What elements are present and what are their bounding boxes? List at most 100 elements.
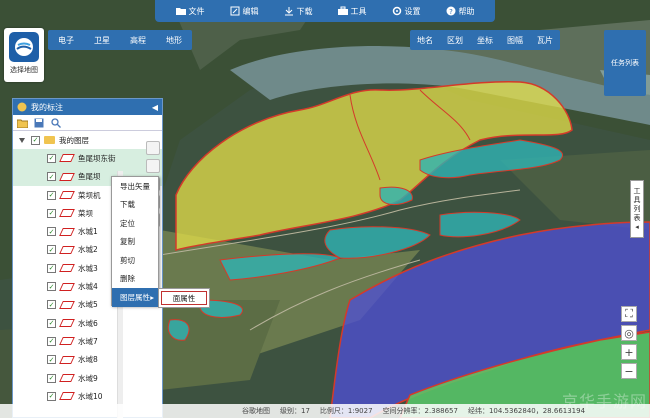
tool-list-tab[interactable]: 工 具 列 表 ◂ <box>630 180 644 238</box>
checkbox[interactable]: ✓ <box>47 227 56 237</box>
menu-copy[interactable]: 复制 <box>112 233 158 252</box>
locate-icon[interactable]: ◎ <box>621 325 637 341</box>
layer-label: 水城4 <box>78 282 98 292</box>
layer-label: 水域6 <box>78 318 98 328</box>
layer-label: 菜坝 <box>78 208 93 218</box>
checkbox[interactable]: ✓ <box>47 355 56 365</box>
gear-icon <box>392 6 401 16</box>
menu-edit[interactable]: 编辑 <box>230 6 259 17</box>
polygon-icon <box>59 392 75 401</box>
layer-item[interactable]: ✓ 水域8 <box>13 351 162 369</box>
layer-label: 水域9 <box>78 373 98 383</box>
checkbox[interactable]: ✓ <box>47 318 56 328</box>
menu-download-layer[interactable]: 下载 <box>112 196 158 215</box>
menu-layer-properties[interactable]: 图层属性 ▸ <box>112 288 158 307</box>
open-folder-icon[interactable] <box>16 118 29 128</box>
layer-item[interactable]: ✓ 鱼尾坝东街 <box>13 149 162 168</box>
polygon-icon <box>59 209 75 218</box>
layer-label: 水域10 <box>78 391 103 401</box>
tab-terrain[interactable]: 地形 <box>156 35 192 46</box>
toolbox-icon <box>337 6 348 15</box>
layer-item[interactable]: ✓ 水域6 <box>13 314 162 332</box>
polygon-icon <box>59 282 75 291</box>
zoom-in-button[interactable]: + <box>621 344 637 360</box>
menu-help[interactable]: ? 帮助 <box>446 6 475 17</box>
folder-icon <box>44 136 55 145</box>
chevron-left-icon: ◂ <box>635 222 639 231</box>
checkbox[interactable]: ✓ <box>47 153 56 163</box>
checkbox[interactable]: ✓ <box>47 282 56 292</box>
polygon-icon <box>59 245 75 254</box>
folder-icon <box>175 8 186 15</box>
menu-download[interactable]: 下载 <box>284 6 313 17</box>
select-map-button[interactable]: 选择地图 <box>4 28 44 82</box>
layer-item[interactable]: ✓ 水域7 <box>13 332 162 350</box>
watermark: 京华手游网 <box>562 392 648 411</box>
tool-tab-char: 工 <box>633 186 641 195</box>
checkbox[interactable]: ✓ <box>47 190 56 200</box>
tab-elevation[interactable]: 高程 <box>120 35 156 46</box>
collapse-icon[interactable]: ◀ <box>152 103 158 112</box>
checkbox[interactable]: ✓ <box>47 391 56 401</box>
context-menu: 导出矢量 下载 定位 复制 剪切 删除 图层属性 ▸ <box>111 176 159 307</box>
hand-pan-icon[interactable] <box>146 141 160 155</box>
polygon-icon <box>59 374 75 382</box>
fullscreen-icon[interactable]: ⛶ <box>621 306 637 322</box>
tab-placename[interactable]: 地名 <box>410 35 440 46</box>
menu-file-label: 文件 <box>188 6 205 16</box>
zoom-out-button[interactable]: − <box>621 363 637 379</box>
menu-settings[interactable]: 设置 <box>392 6 421 17</box>
checkbox[interactable]: ✓ <box>47 373 56 383</box>
tree-root-label: 我的图层 <box>59 135 89 145</box>
tab-division[interactable]: 区划 <box>440 35 470 46</box>
checkbox[interactable]: ✓ <box>47 172 56 182</box>
layer-label: 水城3 <box>78 263 98 273</box>
menu-tools[interactable]: 工具 <box>337 6 367 17</box>
polygon-icon <box>59 172 75 181</box>
status-source: 谷歌地图 <box>242 407 270 415</box>
menu-settings-label: 设置 <box>404 6 421 16</box>
layer-label: 水城1 <box>78 227 98 237</box>
layer-item[interactable]: ✓ 水域9 <box>13 369 162 387</box>
layer-item[interactable]: ✓ 水域10 <box>13 387 162 405</box>
menu-tools-label: 工具 <box>350 6 367 16</box>
checkbox[interactable]: ✓ <box>47 263 56 273</box>
checkbox[interactable]: ✓ <box>31 135 40 145</box>
tab-coords[interactable]: 坐标 <box>470 35 500 46</box>
menu-help-label: 帮助 <box>458 6 475 16</box>
help-icon: ? <box>446 6 455 16</box>
panel-toolbar <box>13 115 162 131</box>
expand-icon[interactable] <box>19 137 25 143</box>
menu-export-vector[interactable]: 导出矢量 <box>112 177 158 196</box>
task-list-button[interactable]: 任务列表 <box>604 30 646 96</box>
polygon-icon <box>59 337 75 346</box>
select-arrow-icon[interactable] <box>146 159 160 173</box>
menu-locate[interactable]: 定位 <box>112 214 158 233</box>
tab-sheet[interactable]: 图幅 <box>500 35 530 46</box>
chevron-right-icon: ▸ <box>150 292 154 302</box>
menu-cut[interactable]: 剪切 <box>112 251 158 270</box>
menu-polygon-properties[interactable]: 面属性 <box>161 291 207 305</box>
checkbox[interactable]: ✓ <box>47 300 56 310</box>
status-scale: 比例尺：1:9027 <box>319 407 373 415</box>
search-icon[interactable] <box>51 117 62 128</box>
svg-text:?: ? <box>449 8 453 16</box>
save-icon[interactable] <box>34 118 45 128</box>
tool-tab-char: 具 <box>633 195 641 204</box>
select-map-label: 选择地图 <box>10 66 38 74</box>
menu-file[interactable]: 文件 <box>175 6 205 17</box>
tab-satellite[interactable]: 卫星 <box>84 35 120 46</box>
checkbox[interactable]: ✓ <box>47 336 56 346</box>
tool-tab-char: 列 <box>633 204 641 213</box>
map-logo-icon <box>9 32 39 62</box>
tab-electronic[interactable]: 电子 <box>48 35 84 46</box>
tool-tab-char: 表 <box>633 213 641 222</box>
polygon-icon <box>59 355 75 364</box>
tree-root[interactable]: ✓ 我的图层 <box>13 131 162 149</box>
checkbox[interactable]: ✓ <box>47 208 56 218</box>
top-toolbar: 文件 编辑 下载 工具 设置 ? 帮助 <box>155 0 495 22</box>
checkbox[interactable]: ✓ <box>47 245 56 255</box>
map-controls: ⛶ ◎ + − <box>621 306 637 379</box>
menu-delete[interactable]: 删除 <box>112 270 158 289</box>
tab-tiles[interactable]: 瓦片 <box>530 35 560 46</box>
